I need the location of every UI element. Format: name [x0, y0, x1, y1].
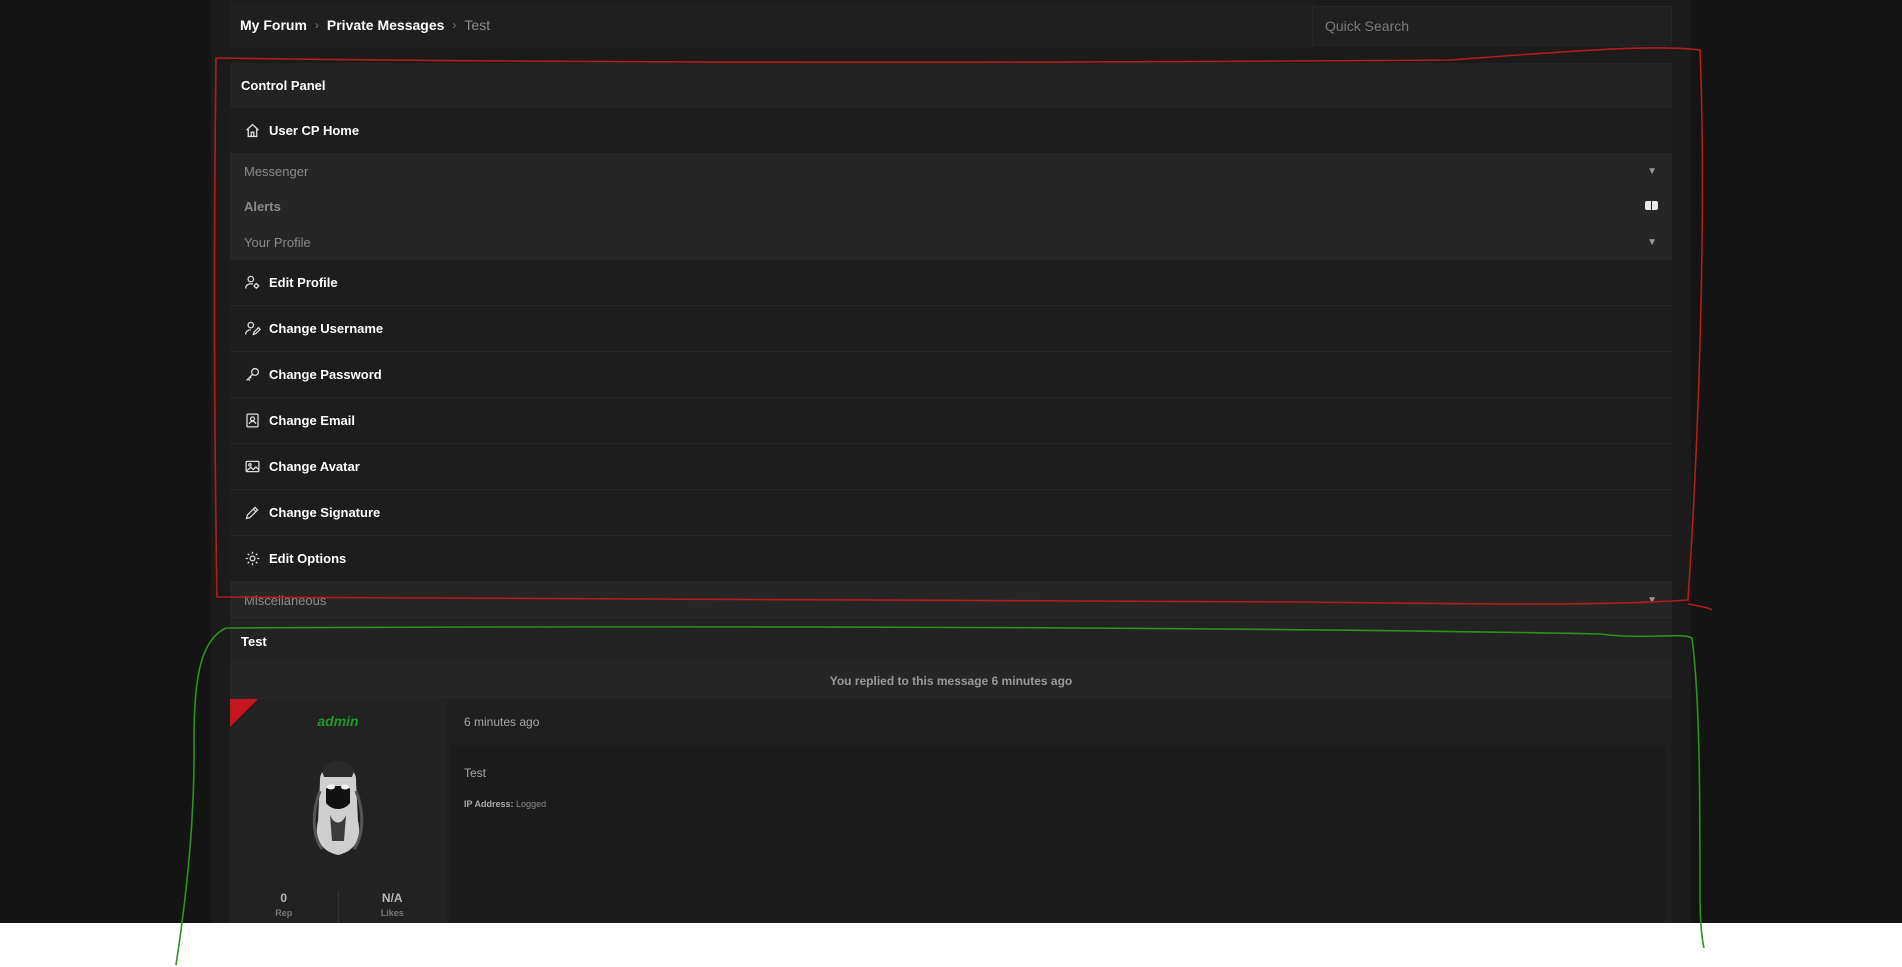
sidebar-item-change-avatar[interactable]: Change Avatar [230, 444, 1672, 490]
sidebar-item-edit-options[interactable]: Edit Options [230, 536, 1672, 582]
sidebar-item-change-username[interactable]: Change Username [230, 306, 1672, 352]
alerts-toggle-icon[interactable] [1645, 201, 1658, 210]
miscellaneous-section-toggle[interactable]: Miscellaneous ▼ [230, 582, 1672, 619]
stat-label: Rep [275, 908, 293, 918]
breadcrumb-private-messages[interactable]: Private Messages [327, 17, 445, 33]
user-edit-icon [243, 320, 261, 338]
forum-container: My Forum › Private Messages › Test Quick… [211, 0, 1691, 923]
page-bottom-blank [0, 923, 1902, 967]
section-label: Messenger [244, 164, 309, 179]
chevron-down-icon: ▼ [1647, 236, 1657, 248]
breadcrumb-separator: › [314, 17, 319, 32]
red-annotation-tail [1687, 603, 1713, 611]
sidebar-item-edit-profile[interactable]: Edit Profile [230, 260, 1672, 306]
message-post: admin 0 Rep N/A Likes 6 minutes ago Test… [230, 699, 1672, 923]
section-label: Your Profile [244, 234, 311, 250]
sidebar-item-label: Edit Options [269, 551, 347, 566]
stat-likes[interactable]: N/A Likes [337, 891, 447, 923]
sidebar-item-label: Change Email [269, 413, 355, 428]
image-icon [243, 458, 261, 476]
ip-value: Logged [516, 799, 547, 809]
messenger-section-toggle[interactable]: Messenger ▼ [230, 154, 1672, 189]
sidebar-item-label: Change Avatar [269, 459, 360, 474]
author-stats: 0 Rep N/A Likes [230, 891, 446, 923]
stat-value: N/A [381, 891, 403, 905]
sidebar-item-user-cp-home[interactable]: User CP Home [230, 108, 1672, 154]
chevron-down-icon: ▼ [1647, 166, 1657, 177]
breadcrumb: My Forum › Private Messages › Test [230, 1, 1316, 48]
post-body: Test IP Address: Logged [450, 745, 1665, 923]
stat-value: 0 [280, 891, 288, 905]
sidebar-item-label: Edit Profile [269, 275, 338, 290]
sidebar-item-change-email[interactable]: Change Email [230, 398, 1672, 444]
alerts-item[interactable]: Alerts [230, 189, 1672, 224]
gear-icon [243, 550, 261, 568]
post-timestamp: 6 minutes ago [464, 715, 540, 729]
sidebar-item-label: Change Username [269, 321, 384, 336]
contact-card-icon [243, 412, 261, 430]
breadcrumb-my-forum[interactable]: My Forum [240, 17, 307, 33]
stat-label: Likes [380, 908, 404, 918]
pencil-icon [243, 504, 261, 522]
section-label: Miscellaneous [244, 593, 327, 608]
breadcrumb-current: Test [464, 16, 491, 33]
replied-notice: You replied to this message 6 minutes ag… [230, 662, 1672, 699]
chevron-down-icon: ▼ [1647, 595, 1657, 606]
ip-address: IP Address: Logged [464, 799, 546, 809]
your-profile-section-toggle[interactable]: Your Profile ▼ [230, 224, 1672, 260]
alerts-label: Alerts [244, 199, 281, 214]
sidebar-item-change-password[interactable]: Change Password [230, 352, 1672, 398]
message-title: Test [230, 620, 1672, 662]
breadcrumb-separator: › [452, 17, 457, 32]
author-username[interactable]: admin [230, 713, 446, 729]
sidebar-item-label: Change Signature [269, 505, 381, 520]
control-panel-title: Control Panel [230, 63, 1672, 108]
avatar[interactable] [300, 751, 376, 857]
sidebar-item-label: Change Password [269, 367, 382, 382]
home-icon [243, 122, 261, 140]
key-icon [243, 366, 261, 384]
sidebar-item-label: User CP Home [269, 123, 360, 138]
sidebar-item-change-signature[interactable]: Change Signature [230, 490, 1672, 536]
stat-rep[interactable]: 0 Rep [230, 891, 338, 923]
quick-search-input[interactable]: Quick Search [1312, 6, 1672, 46]
author-panel: admin 0 Rep N/A Likes [230, 699, 446, 923]
ip-label: IP Address: [464, 799, 514, 809]
user-gear-icon [243, 274, 261, 292]
post-text: Test [464, 766, 487, 780]
